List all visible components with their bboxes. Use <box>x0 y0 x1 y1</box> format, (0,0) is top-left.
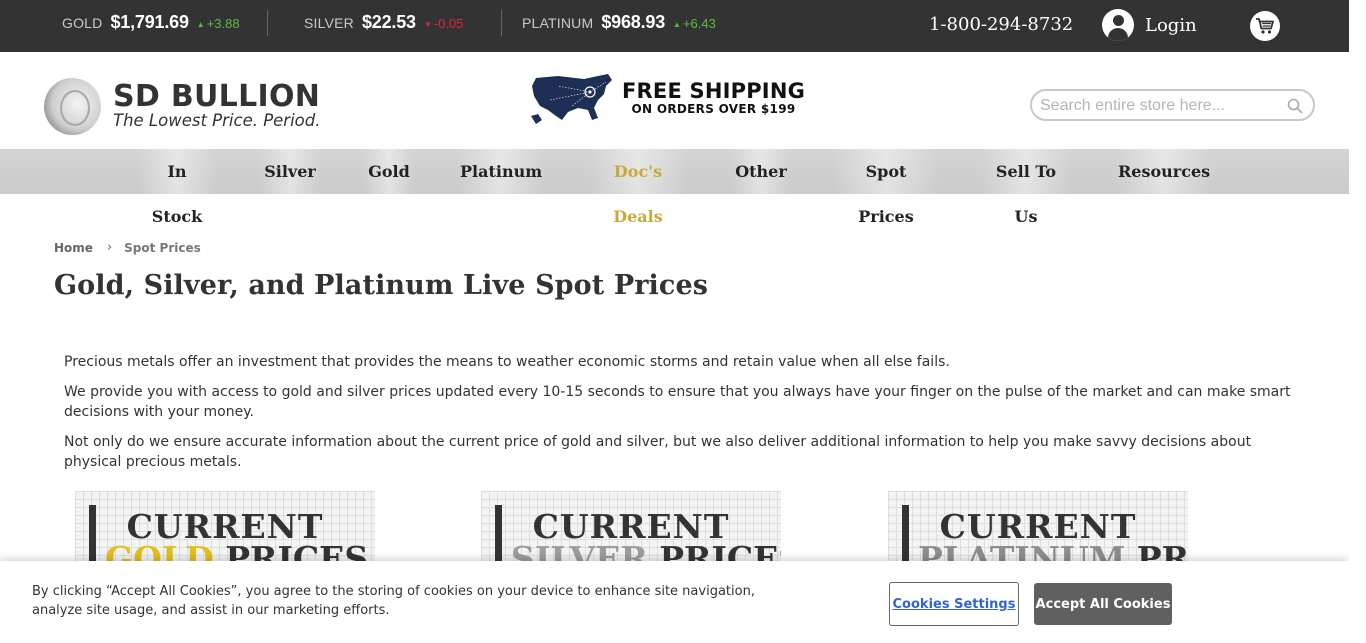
ticker-divider <box>501 10 502 36</box>
platinum-ticker[interactable]: PLATINUM $968.93 ▲ +6.43 <box>522 12 716 38</box>
gold-change-value: +3.88 <box>206 16 240 31</box>
nav-other[interactable]: Other <box>732 149 790 194</box>
site-logo[interactable]: SD BULLION The Lowest Price. Period. <box>44 78 321 135</box>
nav-resources[interactable]: Resources <box>1116 149 1212 194</box>
gold-change: ▲ +3.88 <box>197 16 240 31</box>
cookie-banner: By clicking “Accept All Cookies”, you ag… <box>0 561 1349 643</box>
chevron-right-icon: › <box>106 240 113 255</box>
login-link[interactable]: Login <box>1102 9 1197 41</box>
intro-text: Precious metals offer an investment that… <box>64 352 1294 482</box>
cart-button[interactable] <box>1250 11 1280 41</box>
gold-price: $1,791.69 <box>110 12 189 32</box>
nav-in-stock[interactable]: In Stock <box>138 149 216 226</box>
promo-subtext: ON ORDERS OVER $199 <box>631 102 796 116</box>
search-input[interactable] <box>1040 95 1280 117</box>
platinum-change-value: +6.43 <box>682 16 716 31</box>
cart-icon <box>1256 18 1274 34</box>
breadcrumb: Home › Spot Prices <box>54 240 201 255</box>
nav-gold[interactable]: Gold <box>364 149 414 194</box>
main-nav: In Stock Silver Gold Platinum Doc's Deal… <box>0 149 1349 226</box>
up-arrow-icon: ▲ <box>673 20 681 29</box>
phone-link[interactable]: 1-800-294-8732 <box>929 14 1073 35</box>
silver-ticker[interactable]: SILVER $22.53 ▼ -0.05 <box>304 12 463 38</box>
gold-prices-card[interactable]: CURRENT GOLD PRICES <box>75 491 375 571</box>
nav-spot-prices[interactable]: Spot Prices <box>834 149 938 226</box>
intro-paragraph: We provide you with access to gold and s… <box>64 384 1291 420</box>
silver-prices-card[interactable]: CURRENT SILVER PRICES <box>481 491 781 571</box>
platinum-label: PLATINUM <box>522 15 594 31</box>
coin-logo-icon <box>44 78 101 135</box>
down-arrow-icon: ▼ <box>423 20 432 29</box>
cookie-text: By clicking “Accept All Cookies”, you ag… <box>32 584 755 618</box>
up-arrow-icon: ▲ <box>196 20 205 29</box>
ticker-divider <box>267 10 268 36</box>
user-icon <box>1102 9 1134 41</box>
breadcrumb-current: Spot Prices <box>124 240 201 255</box>
silver-price: $22.53 <box>361 12 416 32</box>
logo-title: SD BULLION <box>113 79 321 114</box>
search-icon[interactable] <box>1287 98 1303 114</box>
breadcrumb-home[interactable]: Home <box>54 241 93 255</box>
silver-label: SILVER <box>304 15 354 31</box>
price-ticker-bar: GOLD $1,791.69 ▲ +3.88 SILVER $22.53 ▼ -0.… <box>0 0 1349 52</box>
gold-label: GOLD <box>62 15 103 31</box>
intro-paragraph: Not only do we ensure accurate informati… <box>64 434 1252 470</box>
nav-platinum[interactable]: Platinum <box>458 149 544 194</box>
cookie-settings-button[interactable]: Cookies Settings <box>889 582 1019 626</box>
accept-cookies-button[interactable]: Accept All Cookies <box>1034 583 1172 625</box>
page-title: Gold, Silver, and Platinum Live Spot Pri… <box>54 270 709 301</box>
login-label: Login <box>1145 14 1197 36</box>
nav-sell-to-us[interactable]: Sell To Us <box>980 149 1072 226</box>
search-box <box>1030 89 1315 121</box>
silver-change: ▼ -0.05 <box>424 16 464 31</box>
logo-tagline: The Lowest Price. Period. <box>113 111 321 130</box>
nav-docs-deals[interactable]: Doc's Deals <box>588 149 688 226</box>
usa-map-icon <box>531 74 612 124</box>
silver-change-value: -0.05 <box>433 16 464 31</box>
intro-paragraph: Precious metals offer an investment that… <box>64 354 950 370</box>
scrollbar-gutter[interactable] <box>1349 0 1366 643</box>
site-header: SD BULLION The Lowest Price. Period. FRE… <box>0 52 1349 149</box>
platinum-prices-card[interactable]: CURRENT PLATINUM PRICES <box>888 491 1188 571</box>
platinum-change: ▲ +6.43 <box>673 16 716 31</box>
free-shipping-banner[interactable]: FREE SHIPPING ON ORDERS OVER $199 <box>528 70 805 126</box>
gold-ticker[interactable]: GOLD $1,791.69 ▲ +3.88 <box>62 12 240 38</box>
nav-silver[interactable]: Silver <box>260 149 320 194</box>
platinum-price: $968.93 <box>601 12 666 32</box>
promo-headline: FREE SHIPPING <box>622 79 806 103</box>
